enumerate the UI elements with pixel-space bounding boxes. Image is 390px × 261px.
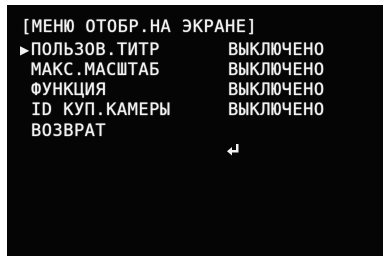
menu-title: [МЕНЮ ОТОБР.НА ЭКРАНЕ] <box>21 17 258 37</box>
menu-item-max-zoom[interactable]: МАКС.МАСШТАБ <box>31 60 160 80</box>
selection-cursor-icon: ▶ <box>20 43 30 57</box>
enter-return-icon[interactable] <box>227 143 240 157</box>
menu-item-return[interactable]: ВОЗВРАТ <box>31 121 106 141</box>
function-value[interactable]: ВЫКЛЮЧЕНО <box>228 80 325 100</box>
menu-item-user-title[interactable]: ПОЛЬЗОВ.ТИТР <box>31 40 160 60</box>
screen: [МЕНЮ ОТОБР.НА ЭКРАНЕ] ▶ ПОЛЬЗОВ.ТИТР ВЫ… <box>0 0 390 261</box>
user-title-value[interactable]: ВЫКЛЮЧЕНО <box>228 40 325 60</box>
dome-camera-id-value[interactable]: ВЫКЛЮЧЕНО <box>228 100 325 120</box>
max-zoom-value[interactable]: ВЫКЛЮЧЕНО <box>228 60 325 80</box>
osd-menu-panel: [МЕНЮ ОТОБР.НА ЭКРАНЕ] ▶ ПОЛЬЗОВ.ТИТР ВЫ… <box>7 5 383 256</box>
menu-item-dome-camera-id[interactable]: ID КУП.КАМЕРЫ <box>31 100 171 120</box>
menu-item-function[interactable]: ФУНКЦИЯ <box>31 80 106 100</box>
